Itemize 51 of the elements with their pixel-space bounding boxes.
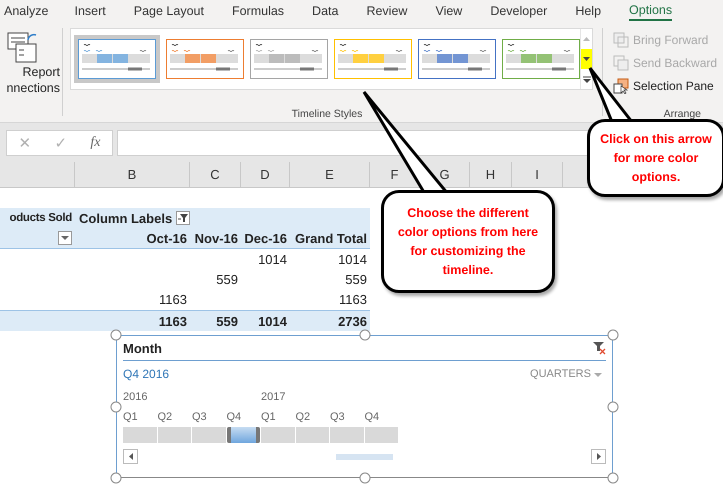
ribbon-tab[interactable]: Review xyxy=(366,2,408,20)
period-label: Q3 xyxy=(192,411,208,423)
report-connections-button[interactable]: Report nnections xyxy=(6,30,60,122)
arrange-command[interactable]: Selection Pane xyxy=(613,77,723,94)
selection-caption: Q4 2016 xyxy=(123,367,170,381)
timeline-title: Month xyxy=(123,340,162,356)
column-header[interactable]: C xyxy=(190,162,241,187)
callout-note: Choose the different color options from here for customizing the timeline. xyxy=(381,190,555,293)
table-cell: 1014 xyxy=(338,252,367,266)
table-cell: 559 xyxy=(345,272,367,286)
column-heading: Nov-16 xyxy=(194,230,239,246)
ribbon-tab[interactable]: Data xyxy=(312,2,338,20)
group-label: Timeline Styles xyxy=(292,108,362,120)
period-label: Q1 xyxy=(261,411,277,423)
timeline-panel[interactable]: Month Q4 2016 QUARTERS 2016 2017 Q1 Q2 Q3 Q4 Q1 Q2 Q3 Q4 xyxy=(116,335,613,478)
column-heading: Grand Total xyxy=(294,230,368,246)
table-cell: 1163 xyxy=(339,292,367,306)
table-cell: 2736 xyxy=(338,314,367,328)
ribbon-tab[interactable]: Page Layout xyxy=(134,2,204,20)
period-label: Q4 xyxy=(364,411,380,423)
year-label: 2016 xyxy=(123,391,148,403)
table-cell: 1014 xyxy=(258,252,287,266)
ribbon-tab[interactable]: Developer xyxy=(490,2,548,20)
column-header[interactable]: H xyxy=(470,162,512,187)
group-label: Arrange xyxy=(664,108,701,120)
table-cell: 1163 xyxy=(159,292,187,306)
period-label: Q4 xyxy=(226,411,242,423)
column-field-label: Column Labels xyxy=(79,210,172,226)
ribbon-tab[interactable]: Formulas xyxy=(232,2,284,20)
period-label: Q2 xyxy=(158,411,174,423)
row-field-label: oducts Sold xyxy=(9,212,72,224)
time-level-dropdown[interactable]: QUARTERS xyxy=(530,368,602,380)
column-heading: Oct-16 xyxy=(146,230,188,246)
ribbon-tab[interactable]: Insert xyxy=(74,2,106,20)
column-heading: Dec-16 xyxy=(243,230,288,246)
table-cell: 1163 xyxy=(158,314,187,328)
period-label: Q2 xyxy=(296,411,312,423)
column-header[interactable]: I xyxy=(512,162,563,187)
year-label: 2017 xyxy=(261,391,286,403)
table-cell: 1014 xyxy=(258,314,287,328)
ribbon-tab[interactable]: Analyze xyxy=(4,2,48,20)
column-header[interactable]: E xyxy=(290,162,370,187)
ribbon-tab[interactable]: View xyxy=(435,2,462,20)
table-cell: 559 xyxy=(216,272,238,286)
period-label: Q1 xyxy=(123,411,139,423)
insert-function-button[interactable]: fx xyxy=(90,134,100,150)
table-cell: 559 xyxy=(216,314,238,328)
column-header[interactable]: B xyxy=(75,162,190,187)
ribbon-tab[interactable]: Help xyxy=(575,2,602,20)
period-label: Q3 xyxy=(330,411,346,423)
column-header[interactable]: D xyxy=(241,162,290,187)
